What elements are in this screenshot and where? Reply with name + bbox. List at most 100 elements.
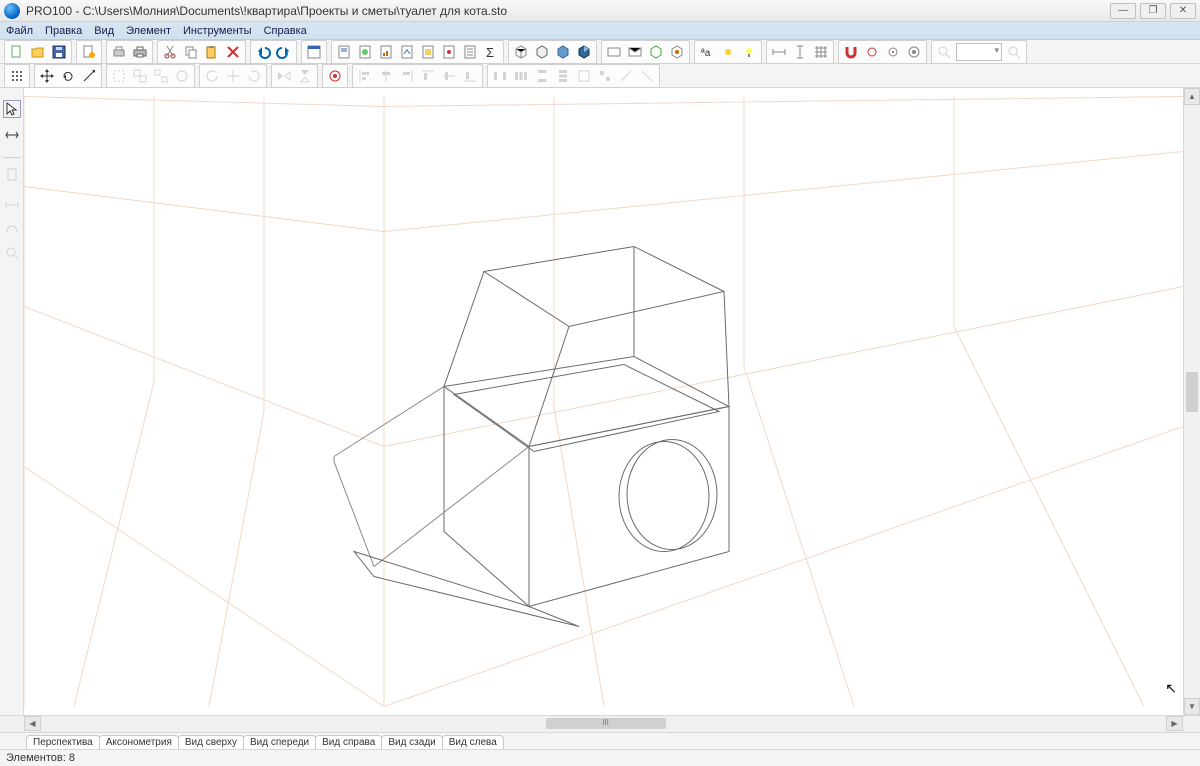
dist8-icon [637,66,657,86]
magnet-icon[interactable] [841,42,861,62]
ungroup-icon [151,66,171,86]
t2-4 [172,66,192,86]
zoom-combo[interactable] [956,43,1002,61]
page-setup-icon[interactable] [79,42,99,62]
tab-back[interactable]: Вид сзади [381,735,442,749]
print-preview-icon[interactable] [109,42,129,62]
svg-text:Σ: Σ [486,45,494,60]
print-icon[interactable] [130,42,150,62]
scale-tool-icon[interactable] [79,66,99,86]
menubar: Файл Правка Вид Элемент Инструменты Спра… [0,22,1200,40]
tab-front[interactable]: Вид спереди [243,735,316,749]
window-title: PRO100 - C:\Users\Молния\Documents\!квар… [26,4,507,18]
pointer-tool-icon[interactable] [3,100,21,118]
report2-icon[interactable] [355,42,375,62]
close-button[interactable]: ✕ [1170,3,1196,19]
report6-icon[interactable] [439,42,459,62]
left-toolbar [0,88,24,715]
horizontal-scrollbar[interactable]: ◀ III ▶ [24,716,1183,732]
view-mode1-icon[interactable] [604,42,624,62]
mouse-cursor-icon: ↖ [1165,680,1177,697]
select-rect-icon [109,66,129,86]
app-icon [4,3,20,19]
zoom-icon [934,42,954,62]
align5-icon [439,66,459,86]
menu-edit[interactable]: Правка [45,25,82,37]
sun-icon[interactable] [718,42,738,62]
dist6-icon [595,66,615,86]
tab-perspective[interactable]: Перспектива [26,735,100,749]
snap1-icon[interactable] [862,42,882,62]
dist1-icon [490,66,510,86]
save-icon[interactable] [49,42,69,62]
dist7-icon [616,66,636,86]
text-label-icon[interactable]: ªa [697,42,717,62]
tab-axonometry[interactable]: Аксонометрия [99,735,179,749]
center-icon [223,66,243,86]
open-file-icon[interactable] [28,42,48,62]
report3-icon[interactable] [376,42,396,62]
report7-icon[interactable] [460,42,480,62]
properties-icon[interactable] [304,42,324,62]
rotate-tool-icon[interactable] [58,66,78,86]
align6-icon [460,66,480,86]
view-tabs: Перспектива Аксонометрия Вид сверху Вид … [0,732,1200,749]
new-file-icon[interactable] [7,42,27,62]
view-mode4-icon[interactable] [667,42,687,62]
svg-text:ªa: ªa [701,48,711,59]
dimension-v-icon[interactable] [790,42,810,62]
menu-file[interactable]: Файл [6,25,33,37]
titlebar: PRO100 - C:\Users\Молния\Documents\!квар… [0,0,1200,22]
menu-tools[interactable]: Инструменты [183,25,252,37]
tab-left[interactable]: Вид слева [442,735,504,749]
align1-icon [355,66,375,86]
menu-help[interactable]: Справка [264,25,307,37]
scroll-right-icon[interactable]: ▶ [1166,716,1183,731]
grid-icon[interactable] [811,42,831,62]
solid-icon[interactable] [553,42,573,62]
dist2-icon [511,66,531,86]
settings-icon[interactable] [904,42,924,62]
scroll-up-icon[interactable]: ▲ [1184,88,1200,105]
copy-icon[interactable] [181,42,201,62]
delete-icon[interactable] [223,42,243,62]
cut-icon[interactable] [160,42,180,62]
dist3-icon [532,66,552,86]
hscroll-thumb[interactable]: III [546,718,666,729]
hidden-line-icon[interactable] [532,42,552,62]
bulb-icon[interactable] [739,42,759,62]
toolbar-main: Σ ªa [0,40,1200,64]
minimize-button[interactable]: — [1110,3,1136,19]
sum-icon[interactable]: Σ [481,42,501,62]
target-icon[interactable] [325,66,345,86]
scroll-down-icon[interactable]: ▼ [1184,698,1200,715]
vertical-scrollbar[interactable]: ▲ ▼ [1183,88,1200,715]
report1-icon[interactable] [334,42,354,62]
newel-tool-icon [3,166,21,184]
undo-icon[interactable] [253,42,273,62]
paste-icon[interactable] [202,42,222,62]
dist5-icon [574,66,594,86]
menu-element[interactable]: Элемент [126,25,171,37]
report4-icon[interactable] [397,42,417,62]
move-icon[interactable] [37,66,57,86]
maximize-button[interactable]: ❐ [1140,3,1166,19]
tab-right[interactable]: Вид справа [315,735,382,749]
vscroll-thumb[interactable] [1186,372,1198,412]
status-elements: Элементов: 8 [6,752,75,764]
dimension-h-icon[interactable] [769,42,789,62]
redo-icon[interactable] [274,42,294,62]
unknown-tool-icon[interactable] [3,126,21,144]
shape-tool-icon [3,218,21,236]
wireframe-icon[interactable] [511,42,531,62]
report5-icon[interactable] [418,42,438,62]
scroll-left-icon[interactable]: ◀ [24,716,41,731]
viewport-3d[interactable]: ↖ [24,88,1183,715]
view-mode2-icon[interactable] [625,42,645,62]
snap2-icon[interactable] [883,42,903,62]
tab-top[interactable]: Вид сверху [178,735,244,749]
snap-grid-icon[interactable] [7,66,27,86]
shaded-icon[interactable] [574,42,594,62]
menu-view[interactable]: Вид [94,25,114,37]
view-mode3-icon[interactable] [646,42,666,62]
